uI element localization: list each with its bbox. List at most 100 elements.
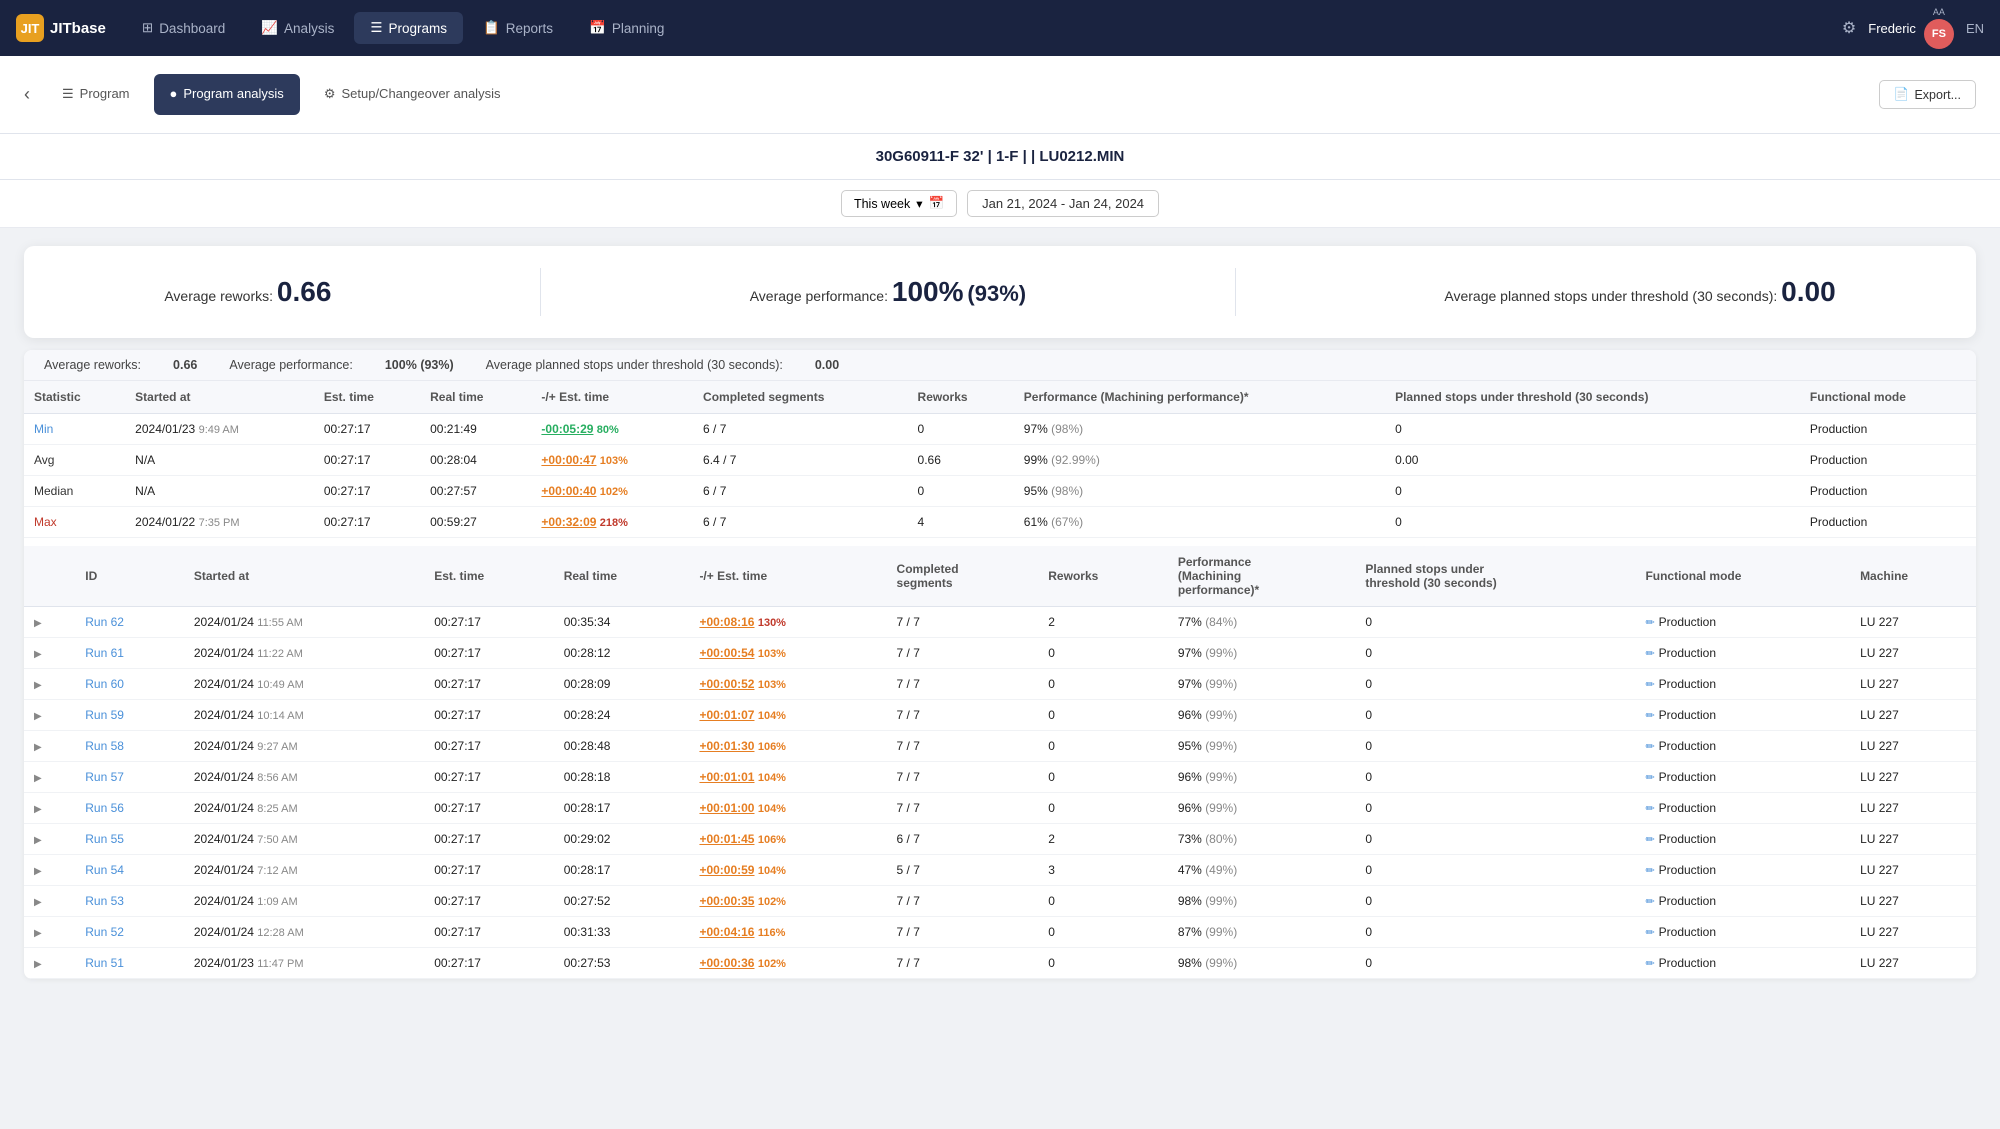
- nav-programs[interactable]: ☰ Programs: [354, 12, 463, 44]
- run-completed-cell: 7 / 7: [887, 762, 1039, 793]
- stat-max-link[interactable]: Max: [34, 515, 57, 529]
- run-link[interactable]: Run 55: [85, 832, 124, 846]
- nav-dashboard[interactable]: ⊞ Dashboard: [126, 12, 241, 44]
- expand-icon[interactable]: ▶: [34, 711, 42, 722]
- table-row: Min 2024/01/23 9:49 AM 00:27:17 00:21:49…: [24, 414, 1976, 445]
- setup-changeover-tab-icon: ⚙: [324, 86, 336, 102]
- calendar-icon: 📅: [929, 196, 945, 211]
- run-delta-cell: +00:01:00 104%: [689, 793, 886, 824]
- col-run-funcmode: Functional mode: [1635, 546, 1850, 607]
- run-completed-cell: 7 / 7: [887, 607, 1039, 638]
- table-row: ▶ Run 59 2024/01/24 10:14 AM 00:27:17 00…: [24, 700, 1976, 731]
- expand-icon[interactable]: ▶: [34, 866, 42, 877]
- reworks-cell: 0: [908, 476, 1014, 507]
- run-delta-pct: 106%: [758, 834, 786, 846]
- expand-icon[interactable]: ▶: [34, 804, 42, 815]
- edit-icon[interactable]: ✏: [1645, 896, 1654, 908]
- stat-min-link[interactable]: Min: [34, 422, 53, 436]
- edit-icon[interactable]: ✏: [1645, 958, 1654, 970]
- expand-cell[interactable]: ▶: [24, 607, 75, 638]
- tab-setup-changeover[interactable]: ⚙ Setup/Changeover analysis: [308, 74, 517, 116]
- expand-cell[interactable]: ▶: [24, 948, 75, 979]
- expand-icon[interactable]: ▶: [34, 742, 42, 753]
- language-selector[interactable]: EN: [1966, 21, 1984, 36]
- expand-cell[interactable]: ▶: [24, 669, 75, 700]
- run-delta-pct: 104%: [758, 772, 786, 784]
- run-link[interactable]: Run 57: [85, 770, 124, 784]
- run-link[interactable]: Run 51: [85, 956, 124, 970]
- col-run-completed: Completedsegments: [887, 546, 1039, 607]
- expand-cell[interactable]: ▶: [24, 917, 75, 948]
- expand-icon[interactable]: ▶: [34, 959, 42, 970]
- run-link[interactable]: Run 62: [85, 615, 124, 629]
- run-delta-pct: 102%: [758, 896, 786, 908]
- expand-icon[interactable]: ▶: [34, 680, 42, 691]
- expand-cell[interactable]: ▶: [24, 762, 75, 793]
- expand-cell[interactable]: ▶: [24, 793, 75, 824]
- expand-cell[interactable]: ▶: [24, 731, 75, 762]
- edit-icon[interactable]: ✏: [1645, 617, 1654, 629]
- run-link[interactable]: Run 53: [85, 894, 124, 908]
- edit-icon[interactable]: ✏: [1645, 741, 1654, 753]
- expand-cell[interactable]: ▶: [24, 700, 75, 731]
- col-reworks: Reworks: [908, 381, 1014, 414]
- expand-cell[interactable]: ▶: [24, 824, 75, 855]
- edit-icon[interactable]: ✏: [1645, 710, 1654, 722]
- nav-planning[interactable]: 📅 Planning: [573, 12, 680, 44]
- edit-icon[interactable]: ✏: [1645, 865, 1654, 877]
- export-button[interactable]: 📄 Export...: [1879, 80, 1976, 109]
- date-preset-button[interactable]: This week ▾ 📅: [841, 190, 957, 217]
- run-machine-cell: LU 227: [1850, 669, 1976, 700]
- tsummary-perf-label: Average performance:: [229, 358, 352, 372]
- expand-icon[interactable]: ▶: [34, 649, 42, 660]
- run-link[interactable]: Run 59: [85, 708, 124, 722]
- expand-icon[interactable]: ▶: [34, 928, 42, 939]
- run-delta-pct: 104%: [758, 710, 786, 722]
- user-menu[interactable]: Frederic AA FS: [1868, 7, 1954, 49]
- expand-icon[interactable]: ▶: [34, 773, 42, 784]
- run-link[interactable]: Run 54: [85, 863, 124, 877]
- edit-icon[interactable]: ✏: [1645, 834, 1654, 846]
- expand-cell[interactable]: ▶: [24, 638, 75, 669]
- header-bar: ‹ ☰ Program ● Program analysis ⚙ Setup/C…: [0, 56, 2000, 134]
- started-at-cell: N/A: [125, 445, 314, 476]
- expand-icon[interactable]: ▶: [34, 618, 42, 629]
- run-link[interactable]: Run 58: [85, 739, 124, 753]
- tab-program-analysis[interactable]: ● Program analysis: [154, 74, 300, 115]
- settings-icon[interactable]: ⚙: [1842, 18, 1856, 38]
- edit-icon[interactable]: ✏: [1645, 679, 1654, 691]
- run-link[interactable]: Run 52: [85, 925, 124, 939]
- delta-value: +00:32:09: [541, 515, 596, 529]
- nav-analysis[interactable]: 📈 Analysis: [245, 12, 350, 44]
- expand-icon[interactable]: ▶: [34, 897, 42, 908]
- edit-icon[interactable]: ✏: [1645, 648, 1654, 660]
- run-completed-cell: 7 / 7: [887, 948, 1039, 979]
- run-machine-cell: LU 227: [1850, 948, 1976, 979]
- app-logo[interactable]: JIT JITbase: [16, 14, 106, 42]
- page-title-bar: 30G60911-F 32' | 1-F | | LU0212.MIN: [0, 134, 2000, 180]
- performance-cell: 61% (67%): [1014, 507, 1385, 538]
- run-link[interactable]: Run 61: [85, 646, 124, 660]
- expand-cell[interactable]: ▶: [24, 886, 75, 917]
- performance-cell: 97% (98%): [1014, 414, 1385, 445]
- func-mode-cell: Production: [1800, 414, 1976, 445]
- table-row: ▶ Run 54 2024/01/24 7:12 AM 00:27:17 00:…: [24, 855, 1976, 886]
- performance-value: 100%: [892, 276, 964, 307]
- run-delta-pct: 103%: [758, 648, 786, 660]
- col-est-time: Est. time: [314, 381, 420, 414]
- run-started-cell: 2024/01/23 11:47 PM: [184, 948, 424, 979]
- run-delta-cell: +00:00:35 102%: [689, 886, 886, 917]
- performance-cell: 95% (98%): [1014, 476, 1385, 507]
- run-link[interactable]: Run 60: [85, 677, 124, 691]
- edit-icon[interactable]: ✏: [1645, 803, 1654, 815]
- expand-cell[interactable]: ▶: [24, 855, 75, 886]
- run-delta-value: +00:00:59: [699, 863, 754, 877]
- edit-icon[interactable]: ✏: [1645, 927, 1654, 939]
- expand-icon[interactable]: ▶: [34, 835, 42, 846]
- run-link[interactable]: Run 56: [85, 801, 124, 815]
- page-title: 30G60911-F 32' | 1-F | | LU0212.MIN: [876, 148, 1125, 165]
- nav-reports[interactable]: 📋 Reports: [467, 12, 569, 44]
- tab-program[interactable]: ☰ Program: [46, 74, 146, 116]
- func-mode-cell: Production: [1800, 507, 1976, 538]
- edit-icon[interactable]: ✏: [1645, 772, 1654, 784]
